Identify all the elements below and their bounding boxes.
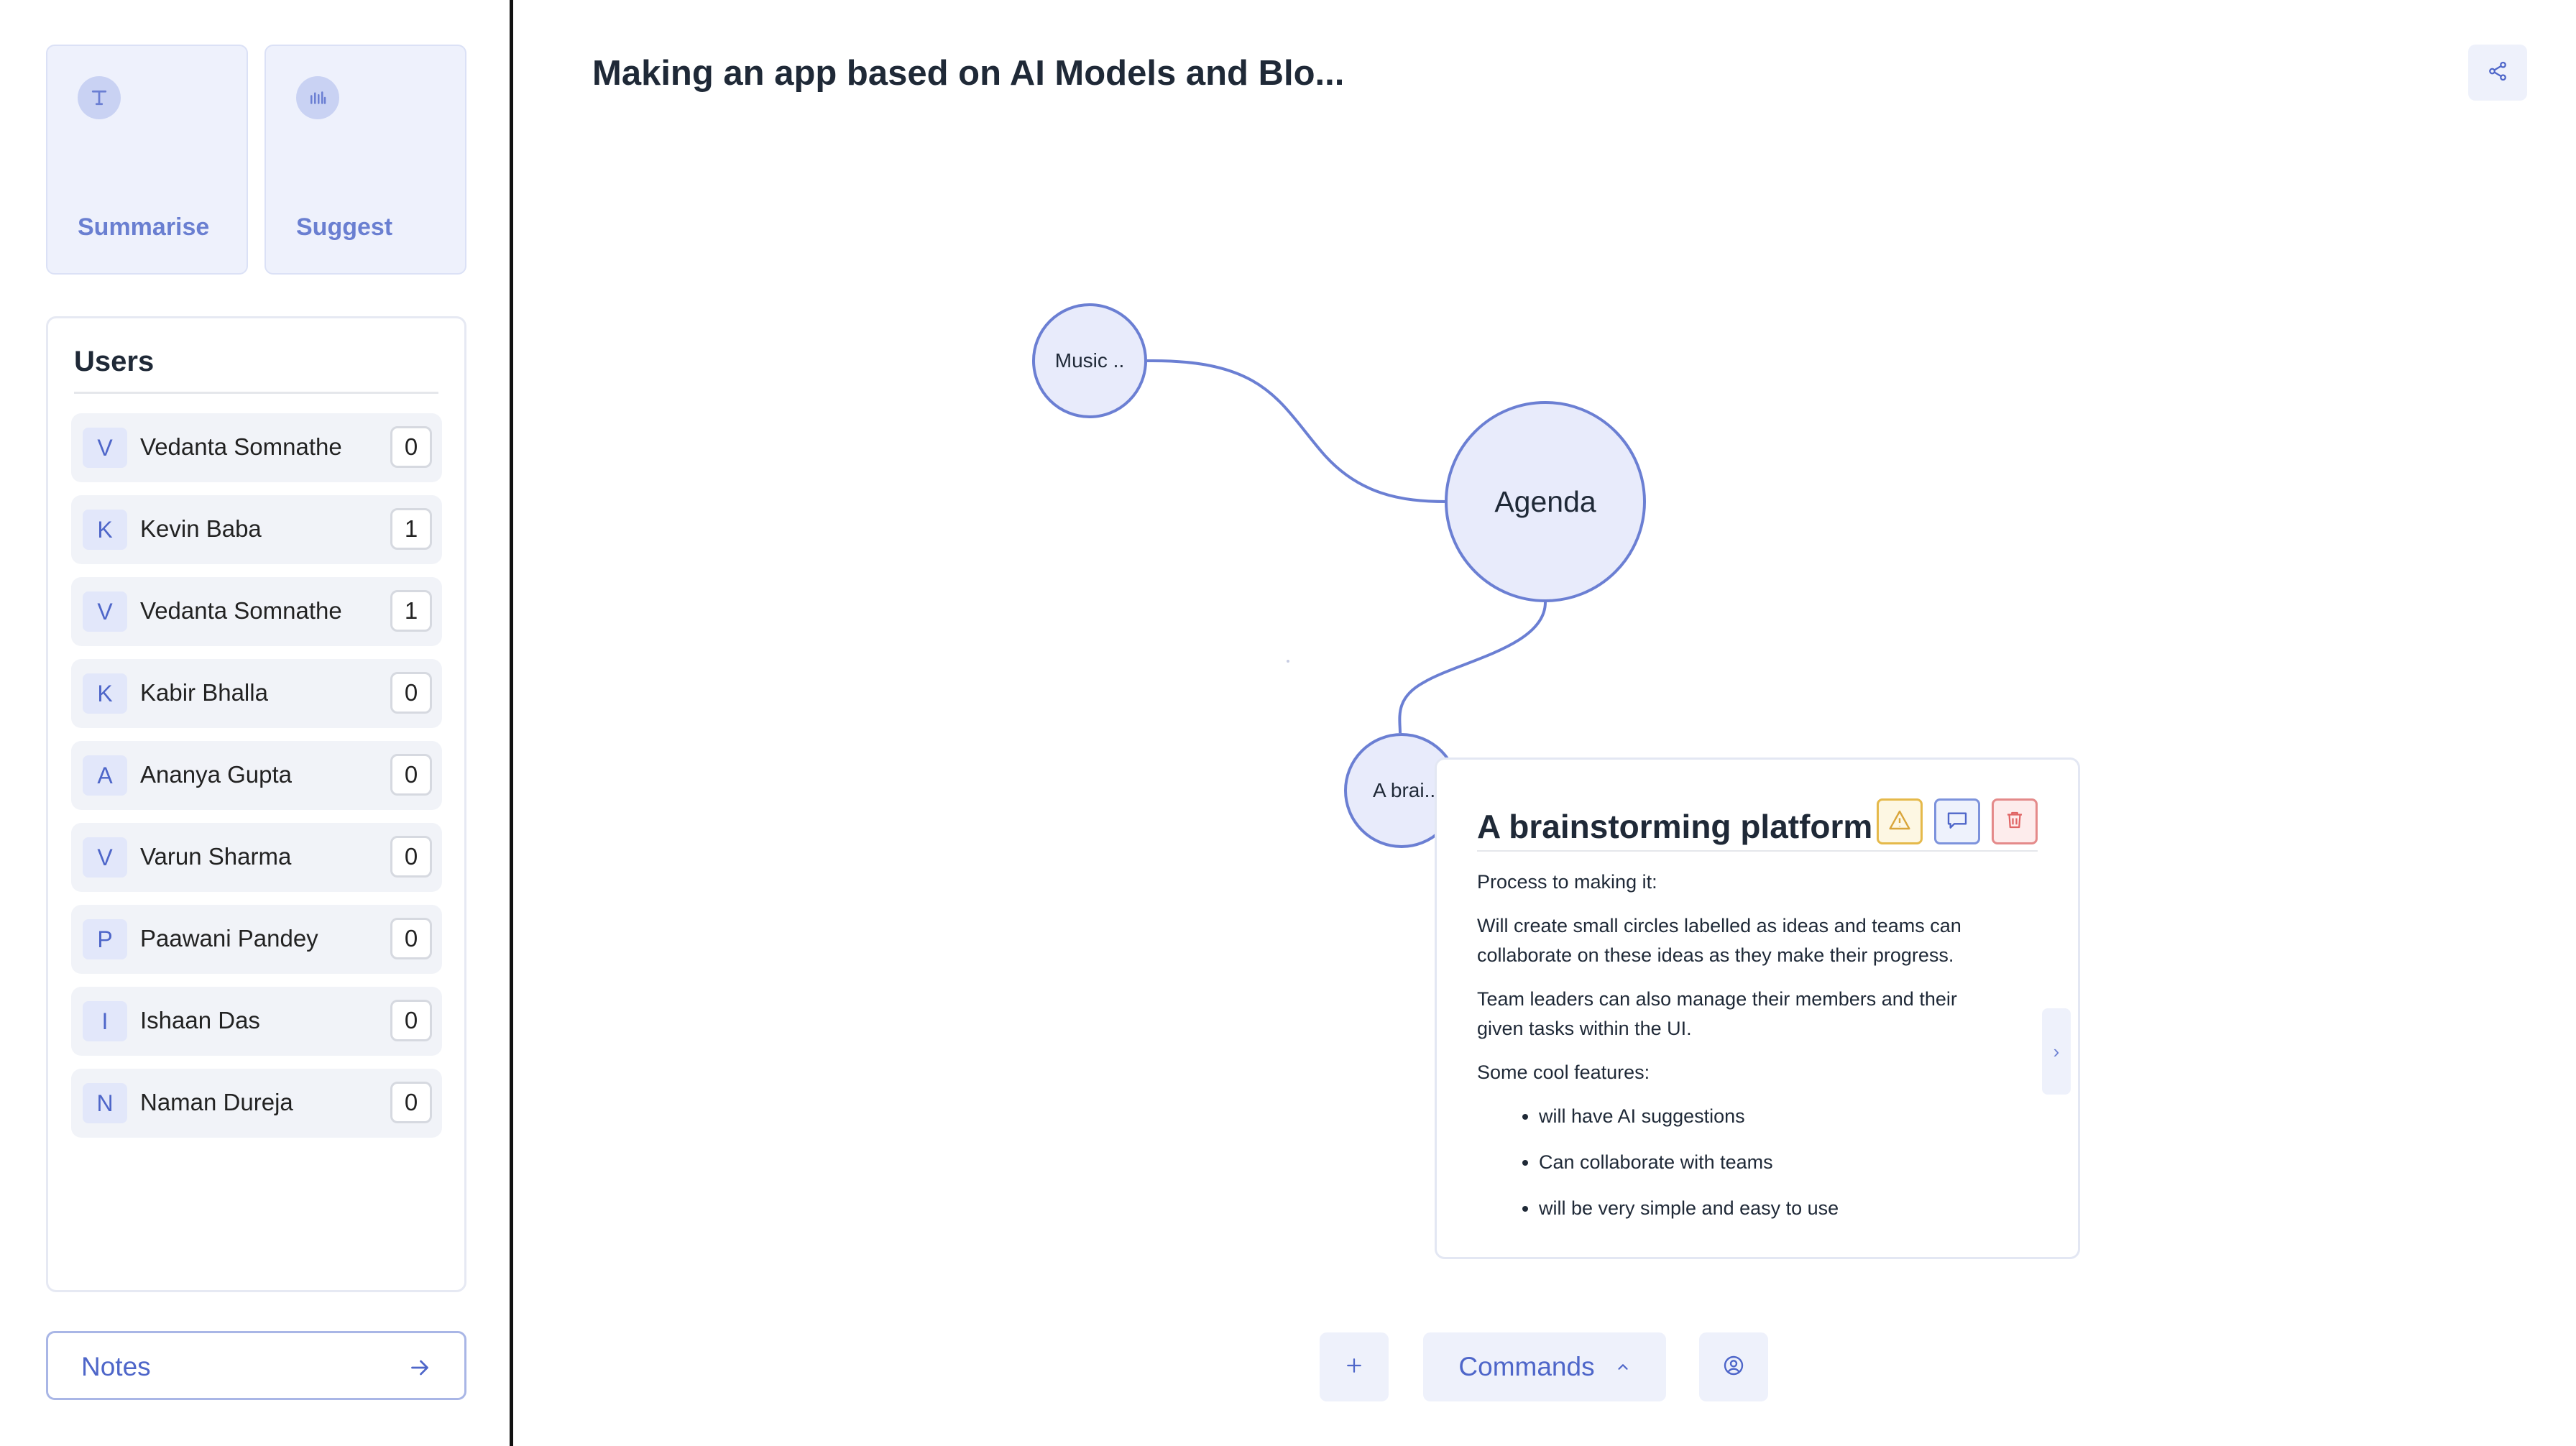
avatar: V [83,837,127,878]
app-root: Summarise Suggest Users V Vedanta Somnath… [0,0,2576,1446]
avatar: I [83,1001,127,1041]
user-name: Paawani Pandey [140,925,318,952]
edge-music-agenda [1146,359,1447,503]
user-count-badge: 0 [390,836,432,878]
user-name: Naman Dureja [140,1089,293,1115]
feature-list: will have AI suggestions Can collaborate… [1539,1102,2002,1223]
node-agenda[interactable]: Agenda [1445,401,1646,602]
user-name: Ananya Gupta [140,761,292,788]
feature-item: will have AI suggestions [1539,1102,2002,1131]
divider [74,392,438,394]
comment-button[interactable] [1934,798,1980,844]
avatar: K [83,510,127,550]
user-row[interactable]: K Kevin Baba 1 [71,495,442,564]
user-count-badge: 0 [390,426,432,468]
avatar: V [83,591,127,632]
divider [1477,850,2038,852]
summarise-button[interactable]: Summarise [46,45,248,275]
canvas-dot [1287,660,1289,663]
user-row[interactable]: V Vedanta Somnathe 1 [71,577,442,646]
arrow-right-icon [407,1355,433,1381]
user-count-badge: 0 [390,1000,432,1041]
commands-label: Commands [1458,1352,1595,1381]
idea-title: A brainstorming platform [1477,808,1873,845]
commands-button[interactable]: Commands [1423,1332,1666,1401]
user-name: Kabir Bhalla [140,679,268,706]
share-icon [2487,60,2508,86]
user-row[interactable]: A Ananya Gupta 0 [71,741,442,810]
user-list: V Vedanta Somnathe 0 K Kevin Baba 1 V Vedanta… [71,413,442,1151]
avatar: P [83,919,127,959]
user-name: Kevin Baba [140,515,262,542]
user-row[interactable]: K Kabir Bhalla 0 [71,659,442,728]
idea-body: Process to making it: Will create small … [1477,867,2002,1240]
users-heading: Users [74,346,155,377]
user-row[interactable]: V Vedanta Somnathe 0 [71,413,442,482]
user-name: Vedanta Somnathe [140,597,342,624]
users-panel: Users V Vedanta Somnathe 0 K Kevin Baba 1 VV… [46,316,466,1292]
comment-icon [1946,809,1969,835]
avatar: V [83,428,127,468]
user-circle-icon [1722,1354,1745,1381]
add-node-button[interactable] [1320,1332,1389,1401]
share-button[interactable] [2468,45,2527,101]
avatar: N [83,1083,127,1123]
notes-button[interactable]: Notes [46,1331,466,1400]
suggest-button[interactable]: Suggest [264,45,466,275]
page-title: Making an app based on AI Models and Blo… [592,54,1345,93]
idea-paragraph: Some cool features: [1477,1062,1650,1083]
user-row[interactable]: V Varun Sharma 0 [71,823,442,892]
notes-label: Notes [81,1352,151,1381]
edge-agenda-brainstorm [1398,602,1547,734]
expand-panel-button[interactable]: › [2042,1008,2071,1095]
avatar: A [83,755,127,796]
user-count-badge: 1 [390,508,432,550]
user-row[interactable]: N Naman Dureja 0 [71,1069,442,1138]
avatar: K [83,673,127,714]
idea-paragraph: Process to making it: [1477,871,1657,893]
delete-button[interactable] [1992,798,2038,844]
user-count-badge: 0 [390,672,432,714]
user-count-badge: 0 [390,1082,432,1123]
plus-icon [1343,1355,1365,1380]
user-count-badge: 1 [390,590,432,632]
idea-paragraph: Will create small circles labelled as id… [1477,915,1961,966]
user-row[interactable]: I Ishaan Das 0 [71,987,442,1056]
feature-item: Can collaborate with teams [1539,1148,2002,1177]
trash-icon [2004,809,2025,834]
chevron-up-icon [1615,1359,1631,1375]
node-music[interactable]: Music .. [1032,303,1147,418]
warning-button[interactable] [1877,798,1923,844]
sidebar: Summarise Suggest Users V Vedanta Somnath… [0,0,513,1446]
feature-item: will be very simple and easy to use [1539,1194,2002,1223]
user-name: Vedanta Somnathe [140,433,342,460]
suggest-label: Suggest [296,213,393,241]
warning-icon [1888,809,1911,835]
user-name: Varun Sharma [140,843,292,870]
text-icon [78,76,121,119]
idea-paragraph: Team leaders can also manage their membe… [1477,988,1957,1039]
user-name: Ishaan Das [140,1007,260,1033]
user-count-badge: 0 [390,918,432,959]
summarise-label: Summarise [78,213,210,241]
user-count-badge: 0 [390,754,432,796]
user-row[interactable]: P Paawani Pandey 0 [71,905,442,974]
bars-icon [296,76,339,119]
user-profile-button[interactable] [1699,1332,1768,1401]
idea-card: A brainstorming platform Process to maki… [1435,757,2080,1259]
